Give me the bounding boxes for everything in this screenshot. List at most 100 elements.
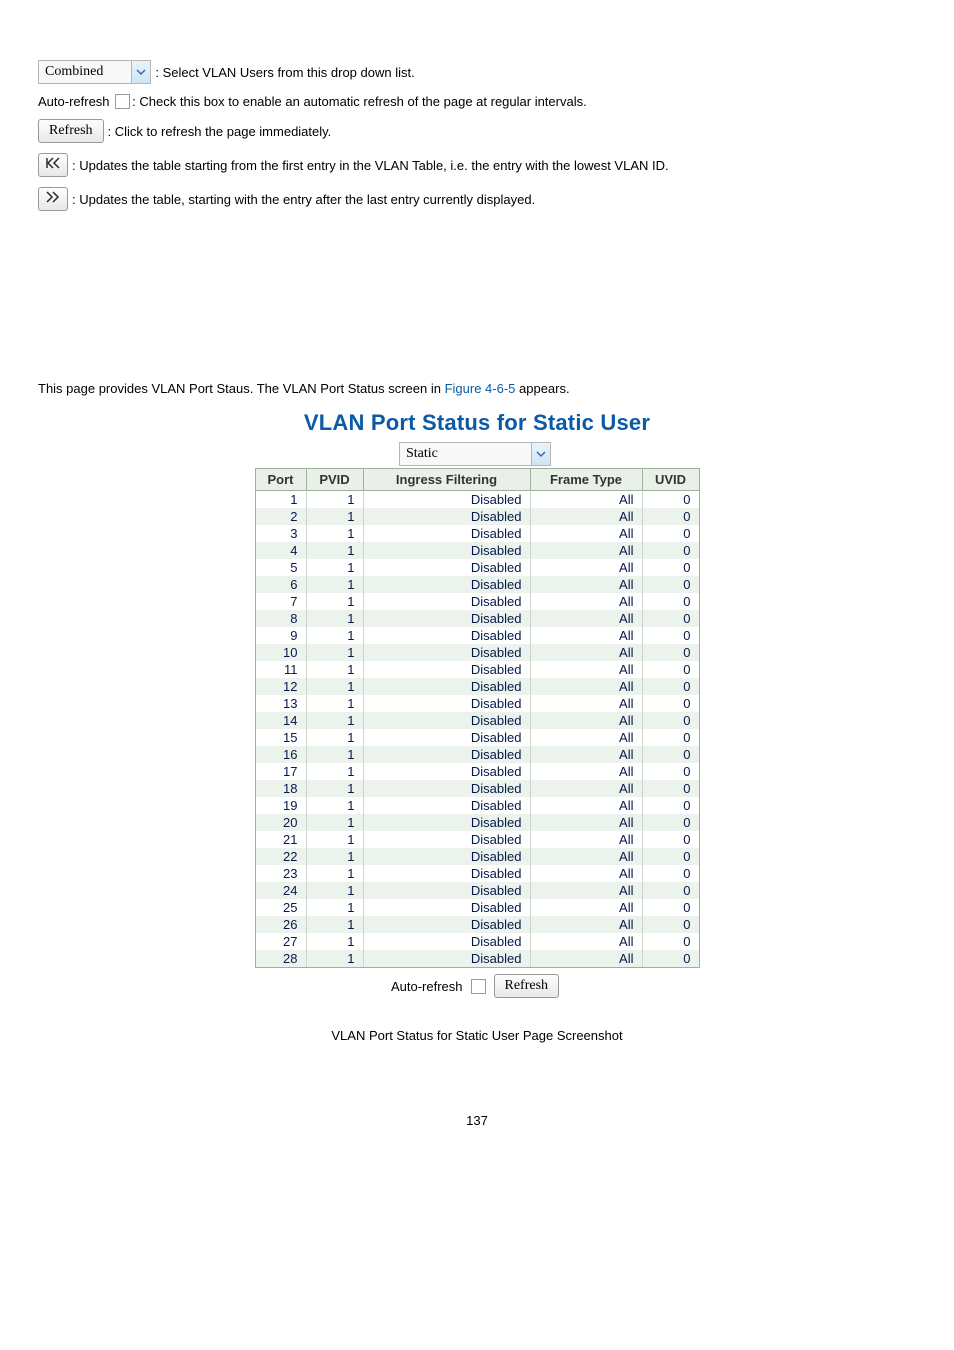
table-row: 201DisabledAll0	[255, 814, 699, 831]
cell: All	[530, 814, 642, 831]
cell: 1	[306, 916, 363, 933]
cell: 3	[255, 525, 306, 542]
cell: All	[530, 916, 642, 933]
cell: 0	[642, 950, 699, 968]
cell: 0	[642, 746, 699, 763]
status-user-select-value: Static	[400, 446, 531, 462]
cell: 0	[642, 814, 699, 831]
cell: 0	[642, 729, 699, 746]
first-page-button[interactable]	[38, 153, 68, 177]
cell: All	[530, 746, 642, 763]
cell: 0	[642, 763, 699, 780]
cell: 0	[642, 831, 699, 848]
cell: 1	[306, 763, 363, 780]
cell: 14	[255, 712, 306, 729]
cell: Disabled	[363, 491, 530, 509]
vlan-user-select[interactable]: Combined	[38, 60, 151, 84]
auto-refresh-checkbox-top[interactable]	[115, 94, 130, 109]
refresh-button-bottom[interactable]: Refresh	[494, 974, 560, 998]
first-page-icon	[45, 157, 61, 174]
cell: 11	[255, 661, 306, 678]
cell: 0	[642, 644, 699, 661]
cell: 1	[306, 865, 363, 882]
table-row: 221DisabledAll0	[255, 848, 699, 865]
table-row: 61DisabledAll0	[255, 576, 699, 593]
cell: 22	[255, 848, 306, 865]
cell: Disabled	[363, 661, 530, 678]
status-user-select[interactable]: Static	[399, 442, 551, 466]
refresh-button-top[interactable]: Refresh	[38, 119, 104, 143]
cell: Disabled	[363, 712, 530, 729]
cell: 1	[306, 661, 363, 678]
col-header-port: Port	[255, 469, 306, 491]
cell: 1	[306, 797, 363, 814]
cell: All	[530, 644, 642, 661]
cell: 10	[255, 644, 306, 661]
cell: 0	[642, 593, 699, 610]
cell: 1	[306, 644, 363, 661]
cell: Disabled	[363, 831, 530, 848]
cell: 0	[642, 882, 699, 899]
col-header-uvid: UVID	[642, 469, 699, 491]
cell: 0	[642, 695, 699, 712]
auto-refresh-label-bottom: Auto-refresh	[391, 979, 463, 994]
refresh-button-bottom-label: Refresh	[505, 978, 549, 994]
cell: 13	[255, 695, 306, 712]
cell: 0	[642, 712, 699, 729]
section-intro-b: appears.	[515, 381, 569, 396]
cell: Disabled	[363, 848, 530, 865]
cell: 1	[306, 610, 363, 627]
cell: Disabled	[363, 729, 530, 746]
vlan-user-select-desc: : Select VLAN Users from this drop down …	[155, 65, 414, 80]
cell: Disabled	[363, 559, 530, 576]
cell: Disabled	[363, 508, 530, 525]
cell: All	[530, 610, 642, 627]
figure-link[interactable]: Figure 4-6-5	[445, 381, 516, 396]
cell: 1	[255, 491, 306, 509]
cell: Disabled	[363, 899, 530, 916]
cell: Disabled	[363, 865, 530, 882]
page-number: 137	[38, 1113, 916, 1128]
next-page-button[interactable]	[38, 187, 68, 211]
cell: All	[530, 712, 642, 729]
cell: 0	[642, 780, 699, 797]
table-row: 181DisabledAll0	[255, 780, 699, 797]
cell: 23	[255, 865, 306, 882]
cell: Disabled	[363, 882, 530, 899]
table-row: 31DisabledAll0	[255, 525, 699, 542]
cell: All	[530, 542, 642, 559]
chevron-down-icon	[531, 443, 550, 465]
cell: 6	[255, 576, 306, 593]
table-row: 91DisabledAll0	[255, 627, 699, 644]
cell: 0	[642, 661, 699, 678]
cell: 0	[642, 848, 699, 865]
cell: 25	[255, 899, 306, 916]
cell: All	[530, 661, 642, 678]
cell: All	[530, 627, 642, 644]
cell: 9	[255, 627, 306, 644]
table-row: 81DisabledAll0	[255, 610, 699, 627]
cell: All	[530, 508, 642, 525]
cell: 1	[306, 678, 363, 695]
cell: 4	[255, 542, 306, 559]
vlan-port-status-table: Port PVID Ingress Filtering Frame Type U…	[255, 468, 700, 968]
cell: 0	[642, 542, 699, 559]
table-row: 111DisabledAll0	[255, 661, 699, 678]
auto-refresh-checkbox-bottom[interactable]	[471, 979, 486, 994]
cell: All	[530, 593, 642, 610]
cell: 8	[255, 610, 306, 627]
cell: 0	[642, 899, 699, 916]
cell: Disabled	[363, 933, 530, 950]
cell: 1	[306, 712, 363, 729]
table-row: 131DisabledAll0	[255, 695, 699, 712]
next-page-icon	[45, 191, 61, 208]
cell: 0	[642, 627, 699, 644]
section-intro-a: This page provides VLAN Port Staus. The …	[38, 381, 445, 396]
cell: Disabled	[363, 525, 530, 542]
cell: Disabled	[363, 610, 530, 627]
cell: 19	[255, 797, 306, 814]
cell: 28	[255, 950, 306, 968]
cell: 1	[306, 814, 363, 831]
cell: Disabled	[363, 814, 530, 831]
cell: 0	[642, 865, 699, 882]
